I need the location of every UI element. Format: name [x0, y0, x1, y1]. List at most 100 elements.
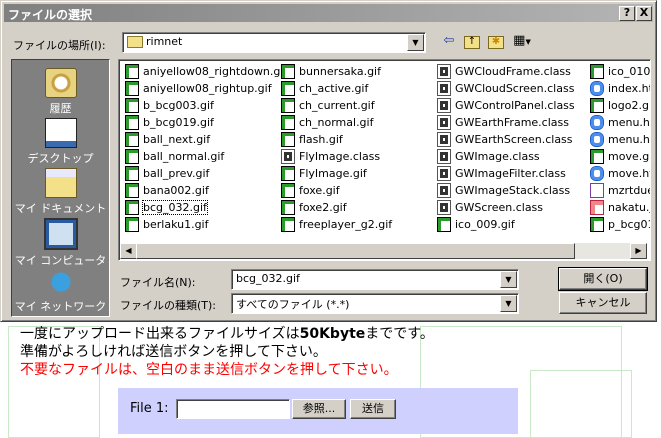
file-item[interactable]: ch_current.gif — [281, 97, 392, 114]
gif-file-icon — [281, 182, 295, 198]
file-item[interactable]: GWImageStack.class — [437, 182, 575, 199]
gif-file-icon — [125, 63, 139, 79]
file-item[interactable]: GWCloudFrame.class — [437, 63, 575, 80]
file-item[interactable]: foxe.gif — [281, 182, 392, 199]
places-label: 履歴 — [49, 102, 72, 115]
file-name: bana002.gif — [143, 184, 209, 197]
up-folder-icon[interactable]: ↑ — [462, 32, 482, 50]
new-folder-icon[interactable]: ✱ — [486, 32, 506, 50]
file-item[interactable]: ball_normal.gif — [125, 148, 287, 165]
gif-file-icon — [281, 216, 295, 232]
file-item[interactable]: ch_active.gif — [281, 80, 392, 97]
file-item[interactable]: GWControlPanel.class — [437, 97, 575, 114]
file-name: FlyImage.class — [299, 150, 381, 163]
file-name: move.ht — [608, 167, 651, 180]
file-item[interactable]: move.gi — [590, 148, 651, 165]
file-item[interactable]: berlaku1.gif — [125, 216, 287, 233]
file-1-input[interactable] — [176, 399, 290, 419]
file-item[interactable]: menu.ht — [590, 114, 650, 131]
file-item[interactable]: ball_prev.gif — [125, 165, 287, 182]
file-name: GWControlPanel.class — [455, 99, 575, 112]
file-item[interactable]: GWImageFilter.class — [437, 165, 575, 182]
file-item[interactable]: GWEarthScreen.class — [437, 131, 575, 148]
my-computer-icon — [43, 218, 78, 250]
file-item[interactable]: GWEarthFrame.class — [437, 114, 575, 131]
places-label: マイ ネットワーク — [14, 300, 107, 313]
file-name: move.gi — [608, 150, 651, 163]
browse-button[interactable]: 参照... — [292, 399, 346, 419]
scroll-right-icon[interactable]: ▶ — [630, 243, 647, 259]
places-my-documents[interactable]: マイ ドキュメント — [12, 168, 109, 216]
class-file-icon — [437, 63, 451, 79]
places-history[interactable]: 履歴 — [12, 68, 109, 116]
file-item[interactable]: GWScreen.class — [437, 199, 575, 216]
cancel-button[interactable]: キャンセル — [559, 292, 647, 314]
file-item[interactable]: nakatu.j — [590, 199, 650, 216]
file-item[interactable]: ch_normal.gif — [281, 114, 392, 131]
file-item[interactable]: mzrtdue — [590, 182, 650, 199]
file-item[interactable]: ico_009.gif — [437, 216, 575, 233]
file-item[interactable]: GWCloudScreen.class — [437, 80, 575, 97]
filetype-value: すべてのファイル (*.*) — [236, 298, 350, 311]
places-desktop[interactable]: デスクトップ — [12, 118, 109, 166]
file-item[interactable]: ico_010. — [590, 63, 650, 80]
file-item[interactable]: menu.ht — [590, 131, 651, 148]
back-icon[interactable]: ⇦ — [439, 32, 459, 50]
file-item[interactable]: FlyImage.gif — [281, 165, 392, 182]
file-name: b_bcg019.gif — [143, 116, 214, 129]
file-item[interactable]: aniyellow08_rightdown.gif — [125, 63, 287, 80]
look-in-dropdown[interactable]: rimnet ▼ — [122, 32, 426, 53]
file-name: flash.gif — [299, 133, 343, 146]
horizontal-scrollbar[interactable]: ◀ ▶ — [120, 243, 647, 259]
file-name: logo2.gi — [608, 99, 651, 112]
file-item[interactable]: bcg_032.gif — [125, 199, 287, 216]
file-item[interactable]: b_bcg019.gif — [125, 114, 287, 131]
gif-file-icon — [125, 182, 139, 198]
empty-file-message: 不要なファイルは、空白のまま送信ボタンを押して下さい。 — [20, 362, 398, 378]
close-button[interactable]: X — [636, 6, 652, 21]
file-column: ico_010. index.ht logo2.gi menu.ht menu.ht mo… — [590, 63, 651, 233]
gif-file-icon — [125, 216, 139, 232]
open-button[interactable]: 開く(O) — [558, 267, 648, 291]
file-item[interactable]: flash.gif — [281, 131, 392, 148]
history-icon — [44, 68, 77, 98]
upload-page: 一度にアップロード出来るファイルサイズは50Kbyteまでです。 準備がよろしけ… — [0, 320, 661, 437]
file-item[interactable]: logo2.gi — [590, 97, 651, 114]
file-item[interactable]: bunnersaka.gif — [281, 63, 392, 80]
file-item[interactable]: bana002.gif — [125, 182, 287, 199]
view-menu-icon[interactable]: ▦▼ — [510, 32, 534, 50]
places-label: デスクトップ — [27, 152, 94, 165]
filename-input[interactable]: bcg_032.gif ▼ — [231, 269, 519, 290]
chevron-down-icon[interactable]: ▼ — [500, 295, 517, 312]
scroll-left-icon[interactable]: ◀ — [120, 243, 137, 259]
filetype-dropdown[interactable]: すべてのファイル (*.*) ▼ — [231, 293, 519, 314]
chevron-down-icon[interactable]: ▼ — [500, 271, 517, 288]
file-name: menu.ht — [608, 133, 651, 146]
file-name: GWImageStack.class — [455, 184, 571, 197]
places-my-computer[interactable]: マイ コンピュータ — [12, 218, 109, 268]
file-item[interactable]: p_bcg01 — [590, 216, 650, 233]
file-item[interactable]: ball_next.gif — [125, 131, 287, 148]
chevron-down-icon[interactable]: ▼ — [407, 34, 424, 51]
filetype-label: ファイルの種類(T): — [120, 299, 217, 312]
file-name: b_bcg003.gif — [143, 99, 214, 112]
help-button[interactable]: ? — [619, 6, 635, 21]
gif-file-icon — [437, 216, 451, 232]
dialog-titlebar[interactable]: ファイルの選択 ? X — [4, 4, 653, 22]
file-item[interactable]: FlyImage.class — [281, 148, 392, 165]
file-item[interactable]: freeplayer_g2.gif — [281, 216, 392, 233]
file-item[interactable]: index.ht — [590, 80, 650, 97]
file-item[interactable]: b_bcg003.gif — [125, 97, 287, 114]
gif-file-icon — [281, 131, 295, 147]
places-my-network[interactable]: マイ ネットワーク — [12, 268, 109, 314]
file-item[interactable]: foxe2.gif — [281, 199, 392, 216]
file-item[interactable]: aniyellow08_rightup.gif — [125, 80, 287, 97]
htm-file-icon — [590, 131, 604, 147]
places-bar: 履歴デスクトップマイ ドキュメント マイ コンピュータマイ ネットワーク — [11, 59, 110, 317]
file-name: GWImage.class — [455, 150, 540, 163]
scroll-thumb[interactable] — [136, 243, 575, 259]
file-name: GWEarthFrame.class — [455, 116, 569, 129]
file-item[interactable]: move.ht — [590, 165, 651, 182]
submit-button[interactable]: 送信 — [350, 399, 396, 419]
file-item[interactable]: GWImage.class — [437, 148, 575, 165]
